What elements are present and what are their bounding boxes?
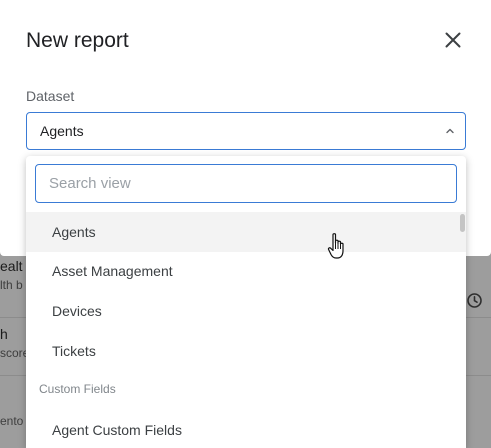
- background-row-title: h: [0, 326, 8, 342]
- chevron-up-icon: [446, 128, 454, 134]
- dataset-select[interactable]: Agents: [26, 112, 466, 150]
- option-label: Tickets: [52, 343, 96, 359]
- dropdown-scrollbar[interactable]: [460, 214, 465, 232]
- search-view-field[interactable]: [35, 164, 457, 203]
- close-button[interactable]: [440, 27, 466, 53]
- option-label: Agent Custom Fields: [52, 422, 182, 438]
- background-row-subtitle: score: [0, 346, 30, 360]
- background-row-title: ealt: [0, 258, 23, 274]
- dataset-selected-value: Agents: [40, 123, 84, 139]
- search-view-input[interactable]: [36, 165, 456, 202]
- option-label: Asset Management: [52, 263, 173, 279]
- dataset-dropdown-menu: Agents Asset Management Devices Tickets …: [26, 156, 466, 448]
- dialog-title: New report: [26, 29, 129, 52]
- option-asset-management[interactable]: Asset Management: [26, 251, 466, 291]
- option-label: Agents: [52, 224, 96, 240]
- option-tickets[interactable]: Tickets: [26, 331, 466, 371]
- option-agents[interactable]: Agents: [26, 212, 466, 252]
- background-row-subtitle: lth b: [0, 278, 23, 292]
- group-label-custom-fields: Custom Fields: [39, 382, 116, 396]
- option-devices[interactable]: Devices: [26, 291, 466, 331]
- clock-icon: [467, 293, 482, 308]
- option-label: Devices: [52, 303, 102, 319]
- background-row-title: ento: [0, 414, 24, 428]
- close-icon: [445, 32, 461, 48]
- dataset-label: Dataset: [26, 88, 75, 104]
- option-agent-custom-fields[interactable]: Agent Custom Fields: [26, 410, 466, 448]
